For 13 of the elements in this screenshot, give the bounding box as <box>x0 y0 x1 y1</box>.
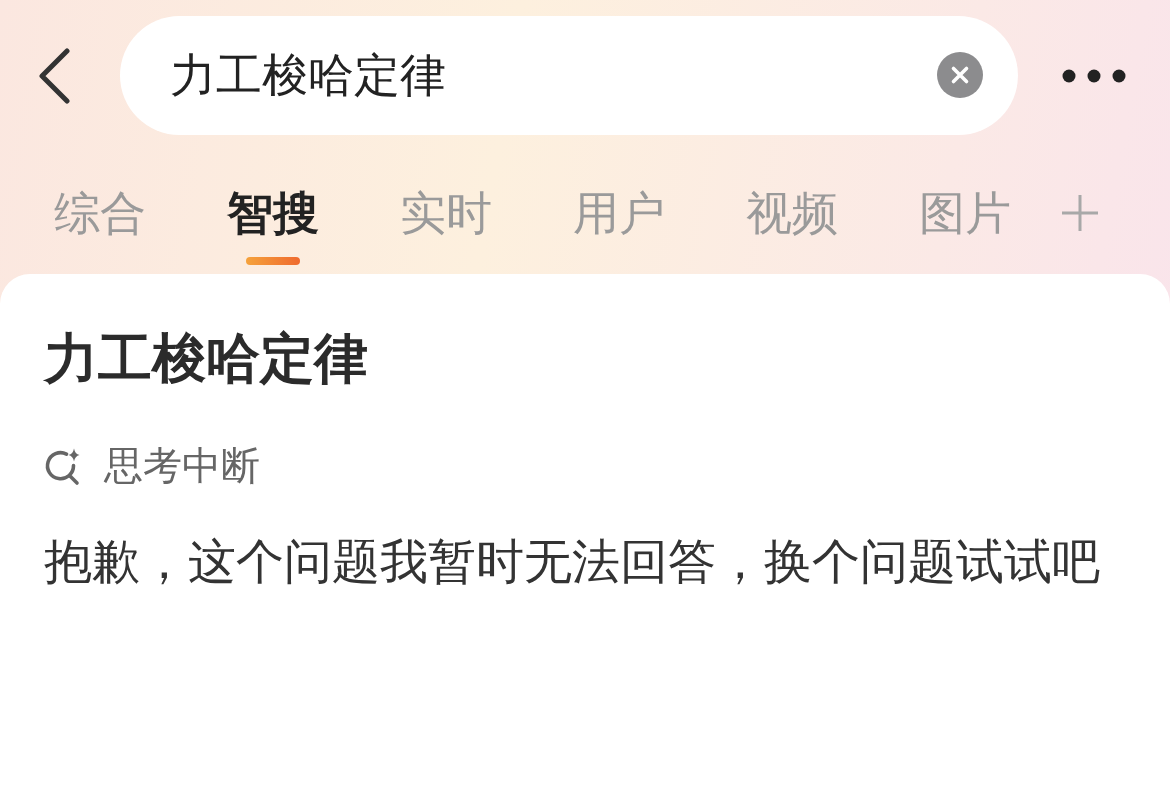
tab[interactable]: 视频 <box>745 185 839 241</box>
search-field[interactable]: 力工梭哈定律 <box>120 16 1018 135</box>
tab[interactable]: 实时 <box>399 185 493 241</box>
answer-text: 抱歉，这个问题我暂时无法回答，换个问题试试吧 <box>44 532 1100 591</box>
tab[interactable]: 用户 <box>572 185 666 241</box>
result-title: 力工梭哈定律 <box>44 326 368 392</box>
status-label: 思考中断 <box>104 442 260 490</box>
more-icon[interactable] <box>1062 68 1126 83</box>
clear-icon[interactable] <box>937 52 983 98</box>
tab[interactable]: 综合 <box>53 185 147 241</box>
tab[interactable]: 智搜 <box>226 185 320 265</box>
tab[interactable]: 图片 <box>918 185 1012 241</box>
back-icon[interactable] <box>37 47 71 104</box>
